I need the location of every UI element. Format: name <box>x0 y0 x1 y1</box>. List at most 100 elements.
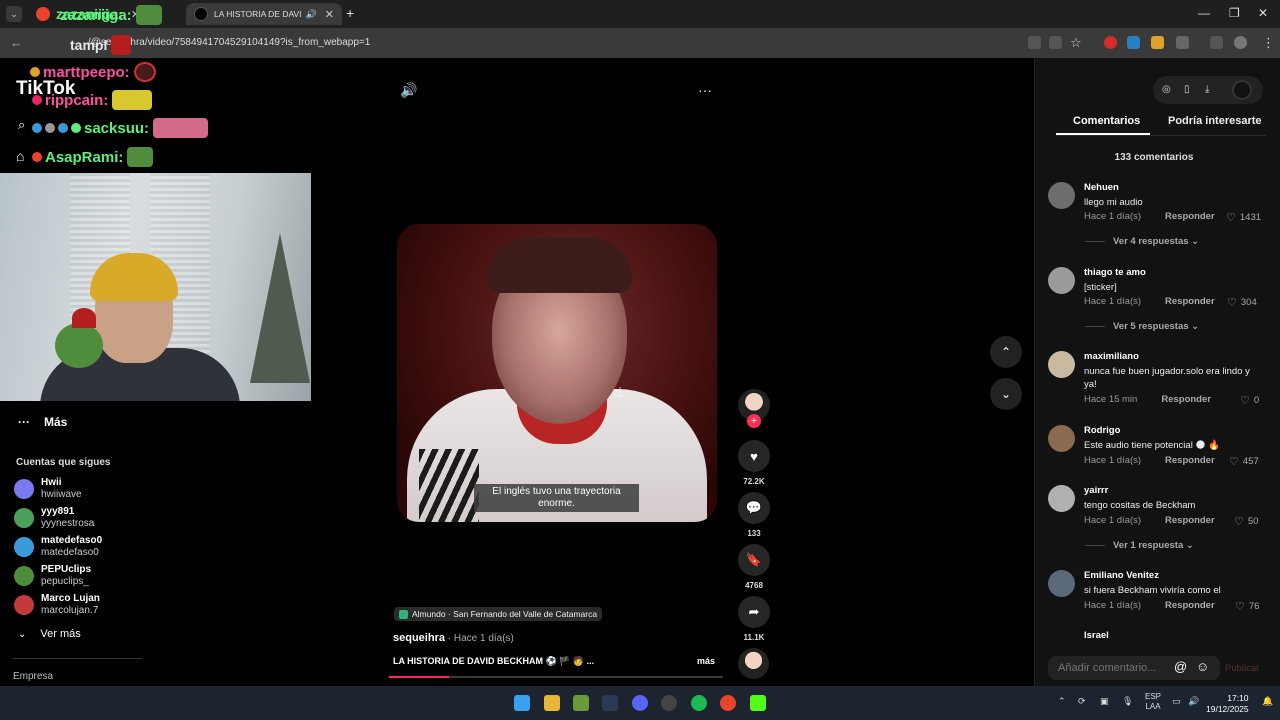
minimize-icon[interactable]: — <box>1198 6 1210 20</box>
language-indicator[interactable]: ESP LAA <box>1145 692 1161 712</box>
reply-button[interactable]: Responder <box>1161 394 1211 405</box>
avatar[interactable] <box>1048 425 1075 452</box>
avatar[interactable] <box>1048 267 1075 294</box>
profile-avatar-icon[interactable] <box>1234 36 1247 49</box>
comment-username[interactable]: yairrr <box>1084 485 1108 496</box>
sync-icon[interactable]: ⟳ <box>1078 696 1086 707</box>
speaker-icon[interactable]: 🔊 <box>306 9 317 20</box>
share-arrow-icon[interactable]: ➦ <box>738 596 770 628</box>
search-icon[interactable]: ⌕ <box>18 117 25 133</box>
save-action[interactable]: 🔖 4768 <box>738 544 770 590</box>
extensions-puzzle-icon[interactable] <box>1176 36 1189 49</box>
home-icon[interactable]: ⌂ <box>16 148 24 164</box>
view-replies-button[interactable]: Ver 1 respuesta ⌄ <box>1085 540 1194 551</box>
view-replies-button[interactable]: Ver 5 respuestas ⌄ <box>1085 321 1199 332</box>
following-account[interactable]: Hwii hwiiwave <box>14 477 82 501</box>
close-window-icon[interactable]: ✕ <box>1258 6 1268 20</box>
following-account[interactable]: PEPUclips pepuclips_ <box>14 564 91 588</box>
video-progress-bar[interactable] <box>389 676 723 678</box>
comment-username[interactable]: thiago te amo <box>1084 267 1146 278</box>
reply-button[interactable]: Responder <box>1165 296 1215 307</box>
following-account[interactable]: yyy891 yyynestrosa <box>14 506 94 530</box>
reply-button[interactable]: Responder <box>1165 515 1215 526</box>
restore-icon[interactable]: ❐ <box>1229 6 1240 20</box>
more-menu[interactable]: ··· Más <box>18 415 67 429</box>
comment-action[interactable]: 💬 133 <box>738 492 770 538</box>
profile-avatar[interactable] <box>1232 80 1252 100</box>
comment-username[interactable]: Israel <box>1084 630 1109 641</box>
translate-icon[interactable] <box>1049 36 1062 49</box>
avatar[interactable] <box>1048 570 1075 597</box>
comment-bubble-icon[interactable]: 💬 <box>738 492 770 524</box>
reading-list-icon[interactable] <box>1210 36 1223 49</box>
follow-plus-icon[interactable]: + <box>747 414 761 428</box>
new-tab-plus-icon[interactable]: + <box>346 5 354 21</box>
clock[interactable]: 17:10 19/12/2025 <box>1206 693 1249 715</box>
author-name[interactable]: sequeihra <box>393 632 445 644</box>
spotify-icon[interactable] <box>691 695 707 711</box>
add-comment-input[interactable] <box>1048 656 1220 680</box>
comment-like[interactable]: ♡ 457 <box>1229 455 1259 468</box>
network-icon[interactable]: ▣ <box>1100 696 1109 707</box>
minecraft-icon[interactable] <box>573 695 589 711</box>
extension-blue-icon[interactable] <box>1127 36 1140 49</box>
comment-like[interactable]: ♡ 0 <box>1240 394 1259 407</box>
following-account[interactable]: matedefaso0 matedefaso0 <box>14 535 102 559</box>
back-arrow-icon[interactable]: ← <box>10 35 23 50</box>
steam-icon[interactable] <box>602 695 618 711</box>
kick-icon[interactable] <box>750 695 766 711</box>
see-more-button[interactable]: ⌄ Ver más <box>18 628 81 640</box>
download-icon[interactable]: ⤓ <box>1205 84 1209 95</box>
monitor-icon[interactable]: ▭ <box>1172 696 1181 707</box>
comment-like[interactable]: ♡ 76 <box>1235 600 1259 613</box>
comment-like[interactable]: ♡ 50 <box>1234 515 1258 528</box>
close-tab-icon[interactable]: ✕ <box>325 8 334 21</box>
menu-kebab-icon[interactable]: ⋮ <box>1262 35 1275 51</box>
heart-icon[interactable]: ♥ <box>738 440 770 472</box>
windows-start-icon[interactable] <box>514 695 530 711</box>
phone-icon[interactable]: ▯ <box>1184 84 1190 95</box>
comment-username[interactable]: Nehuen <box>1084 182 1119 193</box>
company-link[interactable]: Empresa <box>13 671 53 682</box>
reply-button[interactable]: Responder <box>1165 211 1215 222</box>
volume-tray-icon[interactable]: 🔊 <box>1188 696 1199 707</box>
file-explorer-icon[interactable] <box>544 695 560 711</box>
next-video-chevron-down-icon[interactable]: ⌄ <box>990 378 1022 410</box>
previous-video-chevron-up-icon[interactable]: ⌃ <box>990 336 1022 368</box>
comment-username[interactable]: maximiliano <box>1084 351 1139 362</box>
tab-comments[interactable]: Comentarios <box>1073 115 1140 127</box>
avatar[interactable] <box>1048 182 1075 209</box>
publish-button[interactable]: Publicar <box>1225 663 1259 674</box>
volume-icon[interactable]: 🔊 <box>400 82 417 99</box>
share-action[interactable]: ➦ 11.1K <box>738 596 770 642</box>
tray-chevron-up-icon[interactable]: ⌃ <box>1058 696 1066 707</box>
compass-icon[interactable]: ◎ <box>1162 84 1171 95</box>
tab-tiktok-video[interactable]: LA HISTORIA DE DAVID BEC 🔊 ✕ <box>186 3 342 25</box>
emoji-icon[interactable]: ☺ <box>1196 659 1209 674</box>
avatar[interactable] <box>1048 351 1075 378</box>
comment-like[interactable]: ♡ 304 <box>1227 296 1257 309</box>
comment-like[interactable]: ♡ 1431 <box>1226 211 1261 224</box>
chrome-icon[interactable] <box>720 695 736 711</box>
extension-yellow-icon[interactable] <box>1151 36 1164 49</box>
following-account[interactable]: Marco Lujan marcolujan.7 <box>14 593 100 617</box>
video-player[interactable] <box>397 224 717 522</box>
obs-icon[interactable] <box>661 695 677 711</box>
sound-avatar[interactable] <box>738 648 769 679</box>
location-chip[interactable]: Almundo · San Fernando del Valle de Cata… <box>394 607 603 621</box>
mention-at-icon[interactable]: @ <box>1174 659 1187 674</box>
cast-icon[interactable] <box>1028 36 1041 49</box>
more-options-icon[interactable]: ··· <box>698 82 712 98</box>
like-action[interactable]: ♥ 72.2K <box>738 440 770 486</box>
avatar[interactable] <box>1048 485 1075 512</box>
bookmark-star-icon[interactable]: ☆ <box>1070 35 1082 51</box>
bookmark-icon[interactable]: 🔖 <box>738 544 770 576</box>
caption-more-button[interactable]: más <box>697 656 715 666</box>
discord-icon[interactable] <box>632 695 648 711</box>
comment-username[interactable]: Rodrigo <box>1084 425 1120 436</box>
reply-button[interactable]: Responder <box>1165 600 1215 611</box>
view-replies-button[interactable]: Ver 4 respuestas ⌄ <box>1085 236 1199 247</box>
tab-might-interest[interactable]: Podría interesarte <box>1168 115 1262 127</box>
reply-button[interactable]: Responder <box>1165 455 1215 466</box>
comment-username[interactable]: Emiliano Venitez <box>1084 570 1159 581</box>
